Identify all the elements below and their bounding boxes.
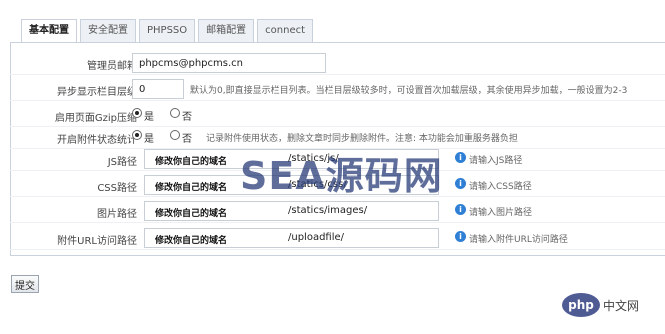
gzip-yes-label: 是 — [144, 112, 154, 123]
image-path-domain: 修改你自己的域名 — [155, 209, 228, 219]
tab-phpsso[interactable]: PHPSSO — [139, 19, 196, 43]
admin-email-row: 管理员邮箱 — [10, 51, 665, 75]
gzip-no-label: 否 — [182, 112, 192, 123]
upload-path-row: 附件URL访问路径 修改你自己的域名 /uploadfile/ i 请输入附件U… — [10, 226, 665, 250]
upload-path-info: 请输入附件URL访问路径 — [469, 235, 568, 245]
gzip-row: 启用页面Gzip压缩 是 否 — [10, 103, 665, 127]
attach-stat-yes-radio[interactable] — [132, 130, 142, 140]
gzip-label: 启用页面Gzip压缩 — [54, 113, 137, 124]
gzip-yes-radio[interactable] — [132, 108, 142, 118]
js-path-info: 请输入JS路径 — [469, 156, 523, 166]
admin-email-label: 管理员邮箱 — [87, 61, 137, 72]
attach-stat-no-label: 否 — [182, 134, 192, 145]
attach-stat-label: 开启附件状态统计 — [57, 135, 137, 146]
gzip-no-radio[interactable] — [170, 108, 180, 118]
admin-email-input[interactable] — [132, 53, 326, 73]
attach-stat-no-radio[interactable] — [170, 130, 180, 140]
async-level-row: 异步显示栏目层级 默认为0,即直接显示栏目列表。当栏目层级较多时，可设置首次加载… — [10, 77, 665, 101]
attach-stat-hint: 记录附件使用状态，删除文章时同步删除附件。注意: 本功能会加重服务器负担 — [206, 134, 518, 144]
js-path-domain: 修改你自己的域名 — [155, 157, 228, 167]
php-site-name: 中文网 — [603, 299, 640, 313]
upload-path-input[interactable]: 修改你自己的域名 /uploadfile/ — [144, 228, 439, 248]
async-level-hint: 默认为0,即直接显示栏目列表。当栏目层级较多时，可设置首次加载层级，其余使用异步… — [190, 86, 628, 96]
upload-path-domain: 修改你自己的域名 — [155, 236, 228, 246]
image-path-input[interactable]: 修改你自己的域名 /statics/images/ — [144, 201, 439, 221]
php-logo-icon: php — [562, 293, 600, 317]
tab-mail-config[interactable]: 邮箱配置 — [198, 19, 255, 43]
info-icon: i — [455, 204, 466, 215]
tab-security-config[interactable]: 安全配置 — [80, 19, 136, 43]
async-level-input[interactable] — [132, 79, 184, 99]
image-path-info: 请输入图片路径 — [469, 208, 533, 218]
upload-path-value: /uploadfile/ — [288, 232, 345, 243]
info-icon: i — [455, 231, 466, 242]
css-path-info: 请输入CSS路径 — [469, 182, 532, 192]
upload-path-label: 附件URL访问路径 — [57, 236, 137, 247]
async-level-label: 异步显示栏目层级 — [57, 87, 137, 98]
watermark: SEA源码网 — [240, 154, 443, 198]
image-path-label: 图片路径 — [97, 209, 137, 220]
info-icon: i — [455, 178, 466, 189]
css-path-domain: 修改你自己的域名 — [155, 183, 228, 193]
tab-basic-config[interactable]: 基本配置 — [21, 19, 77, 44]
attach-stat-yes-label: 是 — [144, 134, 154, 145]
js-path-label: JS路径 — [107, 157, 137, 168]
submit-button[interactable]: 提交 — [11, 275, 39, 293]
image-path-value: /statics/images/ — [288, 205, 368, 216]
image-path-row: 图片路径 修改你自己的域名 /statics/images/ i 请输入图片路径 — [10, 199, 665, 223]
tab-bar: 基本配置 安全配置 PHPSSO 邮箱配置 connect — [21, 19, 316, 44]
info-icon: i — [455, 152, 466, 163]
css-path-label: CSS路径 — [97, 183, 137, 194]
tab-connect[interactable]: connect — [257, 19, 314, 43]
